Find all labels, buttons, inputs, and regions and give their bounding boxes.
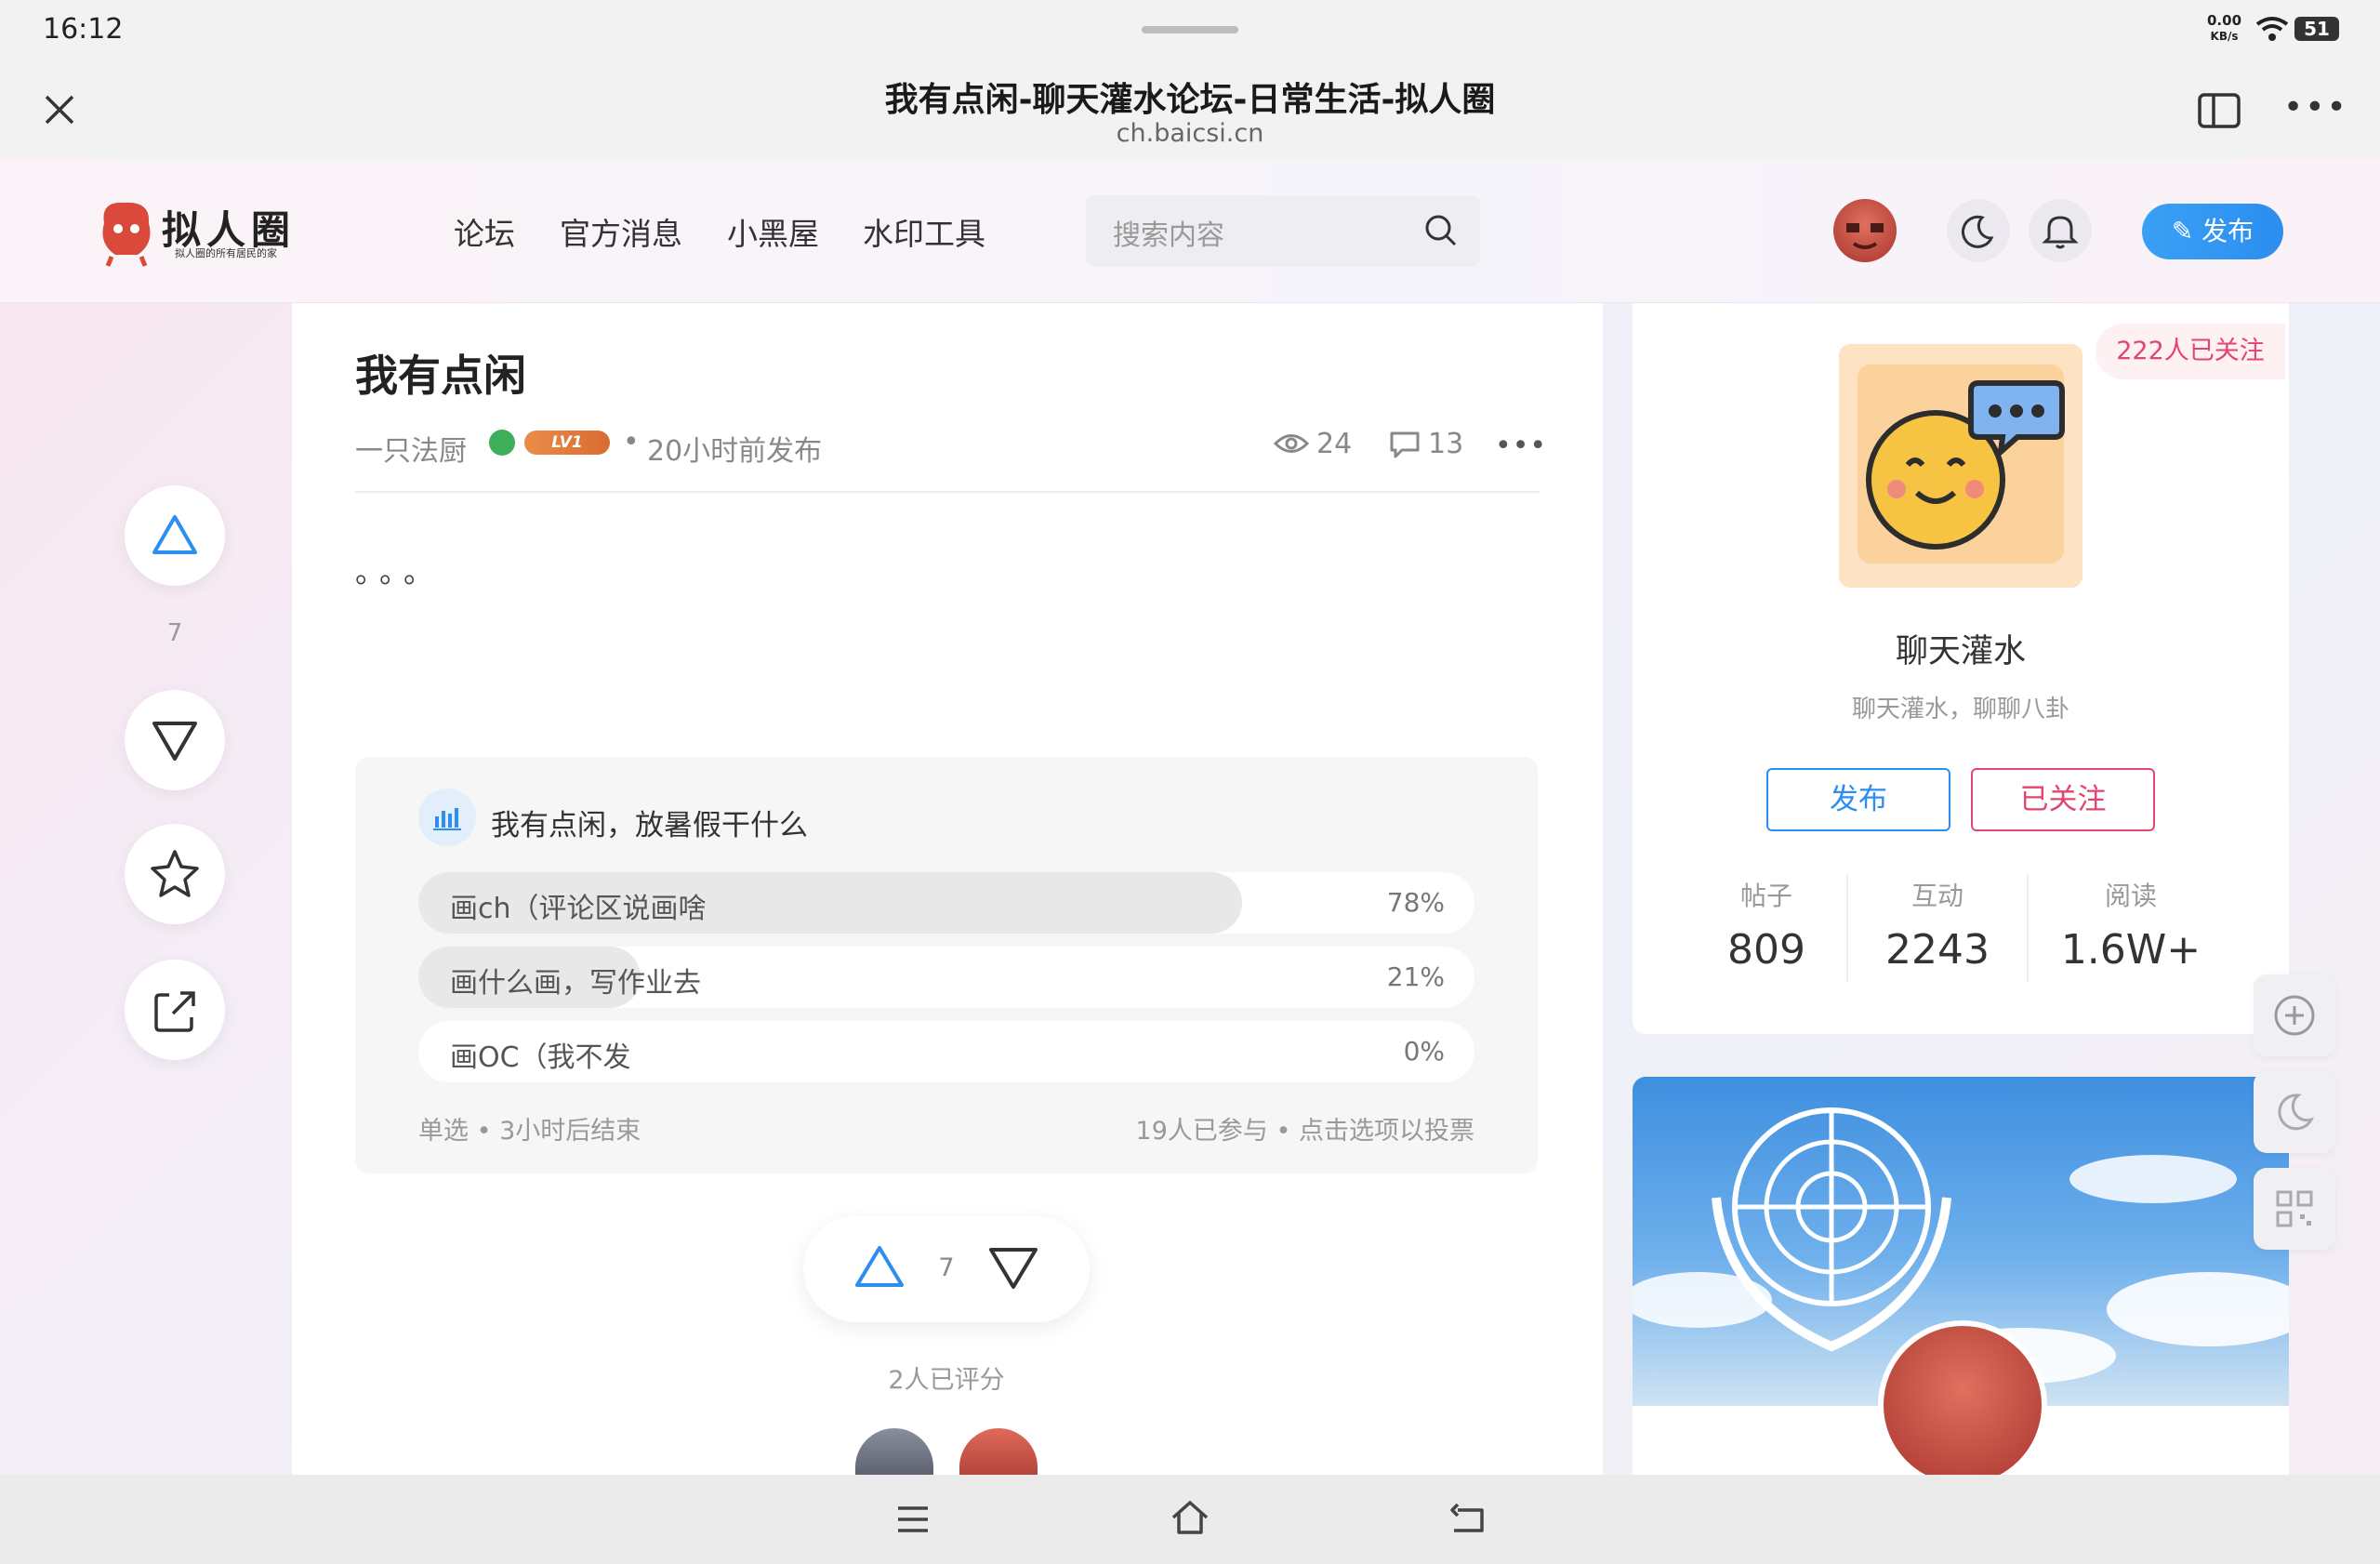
forum-publish-button[interactable]: 发布 <box>1766 768 1950 831</box>
triangle-up-icon <box>152 515 197 554</box>
logo-subtitle: 拟人圈的所有居民的家 <box>175 247 277 259</box>
stat-value-reads: 1.6W+ <box>2060 926 2202 974</box>
divider <box>355 491 1540 493</box>
forum-name: 聊天灌水 <box>1895 633 2026 670</box>
followers-badge: 222人已关注 <box>2096 324 2285 379</box>
star-icon <box>151 850 199 897</box>
forum-desc: 聊天灌水，聊聊八卦 <box>1851 696 2069 723</box>
post-body: 。。。 <box>355 554 443 590</box>
vote-count: 7 <box>938 1253 955 1282</box>
nav-blackroom[interactable]: 小黑屋 <box>727 209 819 254</box>
search-icon[interactable] <box>1422 212 1460 249</box>
stat-label-interactions: 互动 <box>1911 881 1964 911</box>
post-more-icon[interactable]: ••• <box>1495 430 1547 462</box>
nav-forum[interactable]: 论坛 <box>454 209 515 254</box>
poll-option-percent: 21% <box>1386 961 1445 992</box>
favorite-button[interactable] <box>125 824 225 924</box>
poll-option-percent: 0% <box>1403 1036 1445 1067</box>
net-speed-unit: KB/s <box>2210 30 2239 43</box>
system-nav-bar <box>0 1475 2380 1564</box>
moon-icon <box>2278 1093 2314 1131</box>
poll-question: 我有点闲，放暑假干什么 <box>491 809 808 842</box>
chat-smiley-icon <box>1858 364 2065 563</box>
share-icon <box>154 991 195 1032</box>
stat-label-reads: 阅读 <box>2104 881 2157 911</box>
qrcode-button[interactable] <box>2254 1168 2335 1250</box>
level-badge: LV1 <box>524 431 610 455</box>
post-author[interactable]: 一只法厨 <box>355 428 467 469</box>
side-vote-count: 7 <box>166 619 183 647</box>
poll-option-label: 画什么画，写作业去 <box>450 967 701 1000</box>
triangle-down-icon[interactable] <box>985 1242 1041 1294</box>
poll-option[interactable]: 画OC（我不发 0% <box>418 1021 1474 1082</box>
poll-option-label: 画OC（我不发 <box>450 1041 631 1074</box>
user-avatar[interactable] <box>1833 199 1897 262</box>
poll-footer-left: 单选 • 3小时后结束 <box>418 1117 641 1146</box>
drag-handle[interactable] <box>1142 26 1238 33</box>
publish-button[interactable]: ✎ 发布 <box>2142 204 2283 259</box>
publish-label: 发布 <box>2202 216 2254 246</box>
net-speed-value: 0.00 <box>2207 12 2242 29</box>
poll-hint: 点击选项以投票 <box>1299 1117 1474 1146</box>
network-speed: 0.00 KB/s <box>2207 13 2241 45</box>
back-icon[interactable] <box>1447 1501 1488 1536</box>
nav-watermark-tool[interactable]: 水印工具 <box>863 209 985 254</box>
battery-level: 51 <box>2304 18 2330 40</box>
logo-mascot-icon[interactable] <box>97 195 156 268</box>
menu-icon[interactable] <box>894 1503 932 1536</box>
pencil-icon: ✎ <box>2171 216 2202 246</box>
poll-option[interactable]: 画ch（评论区说画啥 78% <box>418 872 1474 934</box>
view-count: 24 <box>1316 428 1353 460</box>
search-placeholder: 搜索内容 <box>1113 219 1224 252</box>
post-title: 我有点闲 <box>355 351 526 401</box>
mascot-icon <box>102 202 151 267</box>
bar-chart-icon <box>433 808 461 830</box>
triangle-down-icon <box>152 722 197 761</box>
stat-label-posts: 帖子 <box>1739 881 1792 911</box>
bell-icon <box>2042 216 2079 249</box>
moon-icon <box>1961 215 1994 248</box>
comment-count: 13 <box>1428 428 1464 460</box>
triangle-up-icon[interactable] <box>852 1242 907 1294</box>
unfollow-button[interactable]: 已关注 <box>1971 768 2155 831</box>
notification-button[interactable] <box>2029 199 2092 262</box>
upvote-button[interactable] <box>125 485 225 586</box>
home-icon[interactable] <box>1170 1499 1210 1536</box>
post-time: 20小时前发布 <box>647 435 823 468</box>
status-time: 16:12 <box>43 13 124 46</box>
verified-badge-icon <box>489 430 515 456</box>
poll-icon <box>418 789 476 846</box>
poll-participants: 19人已参与 <box>1135 1117 1268 1146</box>
user-banner-card[interactable] <box>1633 1077 2289 1475</box>
comment-icon[interactable] <box>1389 430 1421 459</box>
stat-value-interactions: 2243 <box>1885 926 1990 974</box>
downvote-button[interactable] <box>125 690 225 790</box>
share-button[interactable] <box>125 960 225 1060</box>
dark-mode-button[interactable] <box>1947 199 2010 262</box>
wifi-icon <box>2255 17 2289 41</box>
poll-option-percent: 78% <box>1386 887 1445 918</box>
qrcode-icon <box>2276 1190 2313 1227</box>
poll-mode: 单选 <box>418 1117 469 1146</box>
status-bar: 16:12 0.00 KB/s 51 <box>0 0 2380 60</box>
theme-button[interactable] <box>2254 1071 2335 1153</box>
forum-icon <box>1839 344 2082 588</box>
nav-official-news[interactable]: 官方消息 <box>560 209 682 254</box>
poll-option-label: 画ch（评论区说画啥 <box>450 893 707 925</box>
page-url: ch.baicsi.cn <box>1116 119 1264 148</box>
level-text: LV1 <box>551 433 583 452</box>
poll-option[interactable]: 画什么画，写作业去 21% <box>418 947 1474 1008</box>
rating-count: 2人已评分 <box>888 1366 1005 1395</box>
page-title: 我有点闲-聊天灌水论坛-日常生活-拟人圈 <box>884 81 1496 119</box>
poll-footer-right: 19人已参与 • 点击选项以投票 <box>1135 1117 1474 1146</box>
battery-icon: 51 <box>2294 17 2339 41</box>
add-button[interactable] <box>2254 974 2335 1056</box>
plus-circle-icon <box>2274 995 2315 1036</box>
avatar-face-icon <box>1846 223 1884 249</box>
eye-icon <box>1274 434 1309 453</box>
poll-deadline: 3小时后结束 <box>499 1117 641 1146</box>
